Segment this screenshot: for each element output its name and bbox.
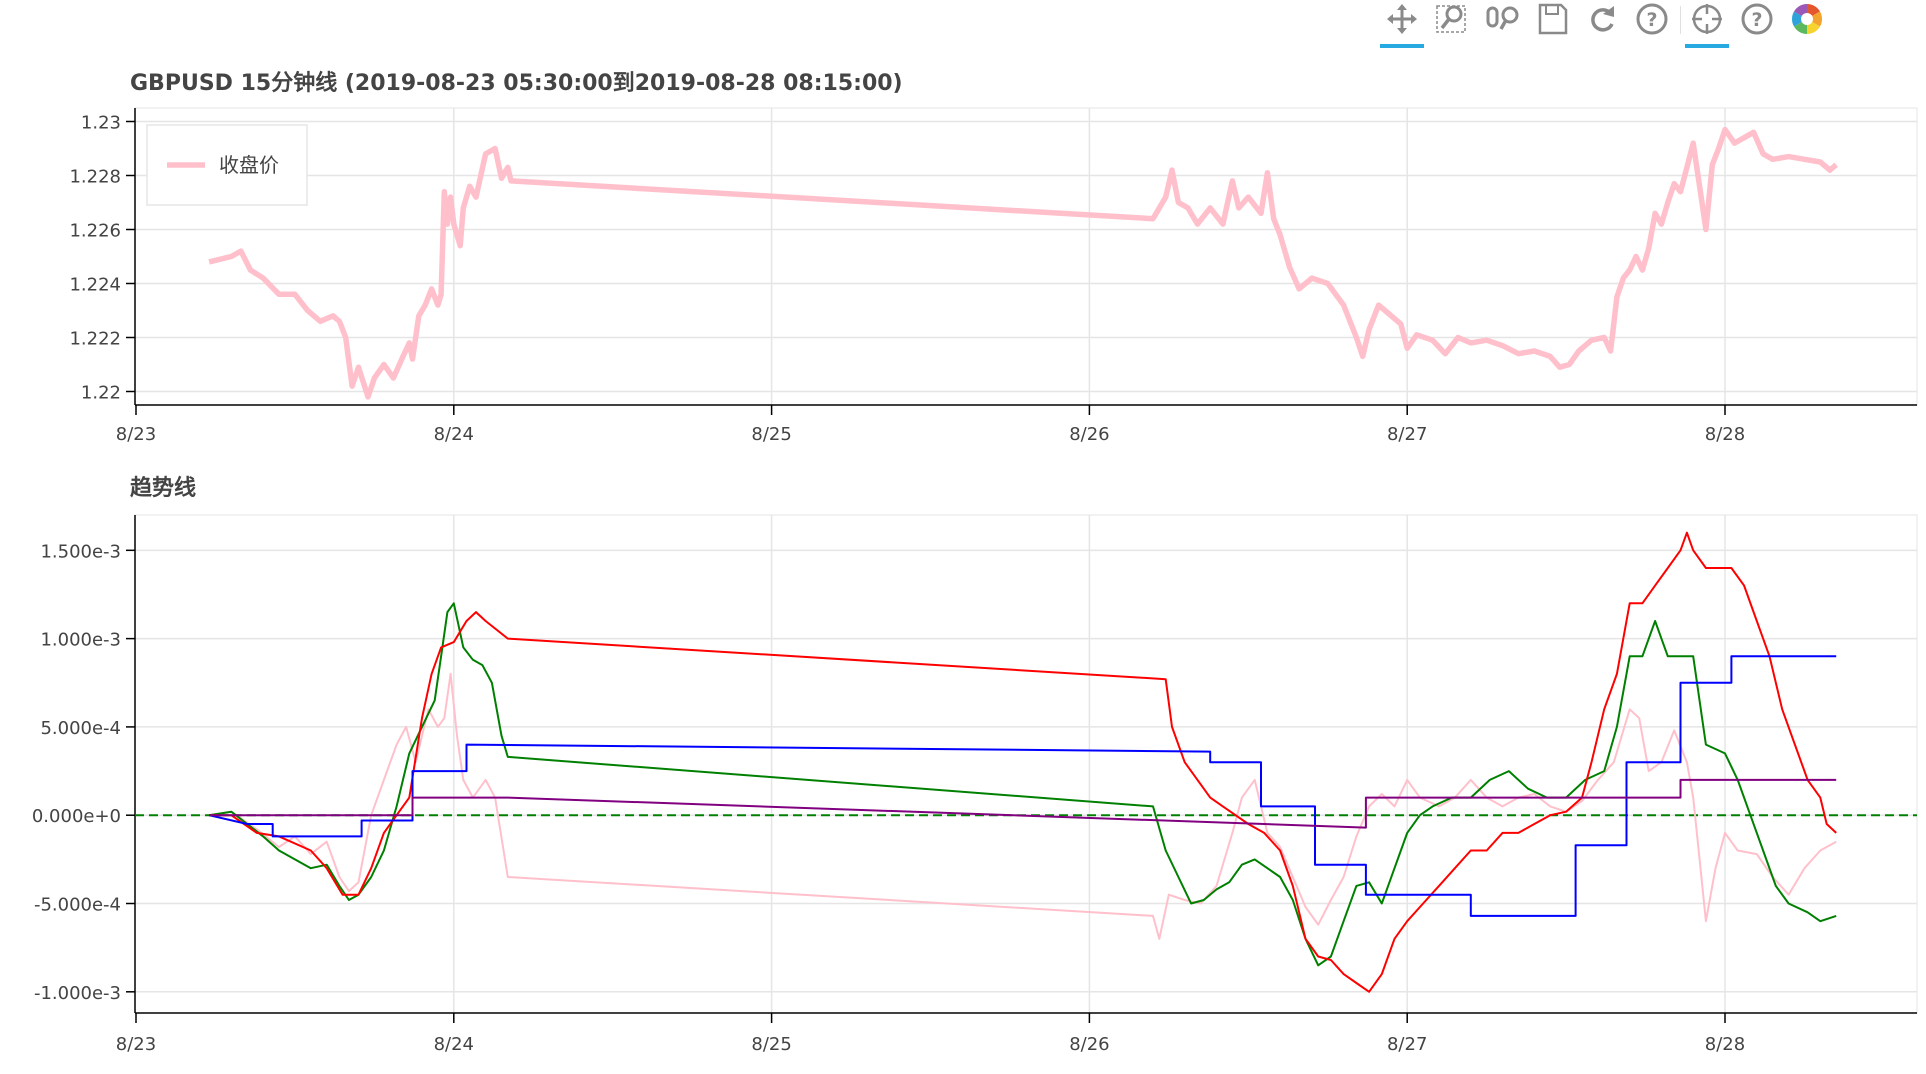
y-tick-label: 1.228 bbox=[69, 167, 121, 188]
x-tick-label: 8/24 bbox=[434, 424, 474, 445]
y-tick-label: -5.000e-4 bbox=[34, 895, 121, 916]
x-tick-label: 8/26 bbox=[1069, 1034, 1109, 1055]
chart-title: 趋势线 bbox=[130, 475, 196, 501]
x-tick-label: 8/28 bbox=[1705, 1034, 1745, 1055]
y-tick-label: 0.000e+0 bbox=[32, 806, 121, 827]
y-tick-label: -1.000e-3 bbox=[34, 983, 121, 1004]
x-tick-label: 8/24 bbox=[434, 1034, 474, 1055]
x-tick-label: 8/25 bbox=[751, 1034, 791, 1055]
y-tick-label: 1.22 bbox=[81, 383, 121, 404]
y-tick-label: 1.222 bbox=[69, 329, 121, 350]
charts-canvas: GBPUSD 15分钟线 (2019-08-23 05:30:00到2019-0… bbox=[32, 70, 1918, 1055]
chart-title: GBPUSD 15分钟线 (2019-08-23 05:30:00到2019-0… bbox=[130, 70, 903, 96]
x-tick-label: 8/23 bbox=[116, 1034, 156, 1055]
chart-1: GBPUSD 15分钟线 (2019-08-23 05:30:00到2019-0… bbox=[69, 70, 1918, 445]
x-tick-label: 8/25 bbox=[751, 424, 791, 445]
x-tick-label: 8/27 bbox=[1387, 424, 1427, 445]
y-tick-label: 1.000e-3 bbox=[40, 630, 121, 651]
chart-2: 趋势线 8/23 8/24 8/25 8/26 8/27 8/28 -1.000e-3 -5.0… bbox=[32, 475, 1918, 1055]
x-tick-label: 8/26 bbox=[1069, 424, 1109, 445]
x-tick-label: 8/28 bbox=[1705, 424, 1745, 445]
y-tick-label: 1.500e-3 bbox=[40, 541, 121, 562]
x-tick-label: 8/23 bbox=[116, 424, 156, 445]
legend-label: 收盘价 bbox=[219, 153, 279, 177]
plot-frame bbox=[134, 514, 1918, 1014]
y-tick-label: 5.000e-4 bbox=[40, 718, 121, 739]
y-tick-label: 1.23 bbox=[81, 113, 121, 134]
y-tick-label: 1.224 bbox=[69, 275, 121, 296]
y-tick-label: 1.226 bbox=[69, 221, 121, 242]
x-tick-label: 8/27 bbox=[1387, 1034, 1427, 1055]
